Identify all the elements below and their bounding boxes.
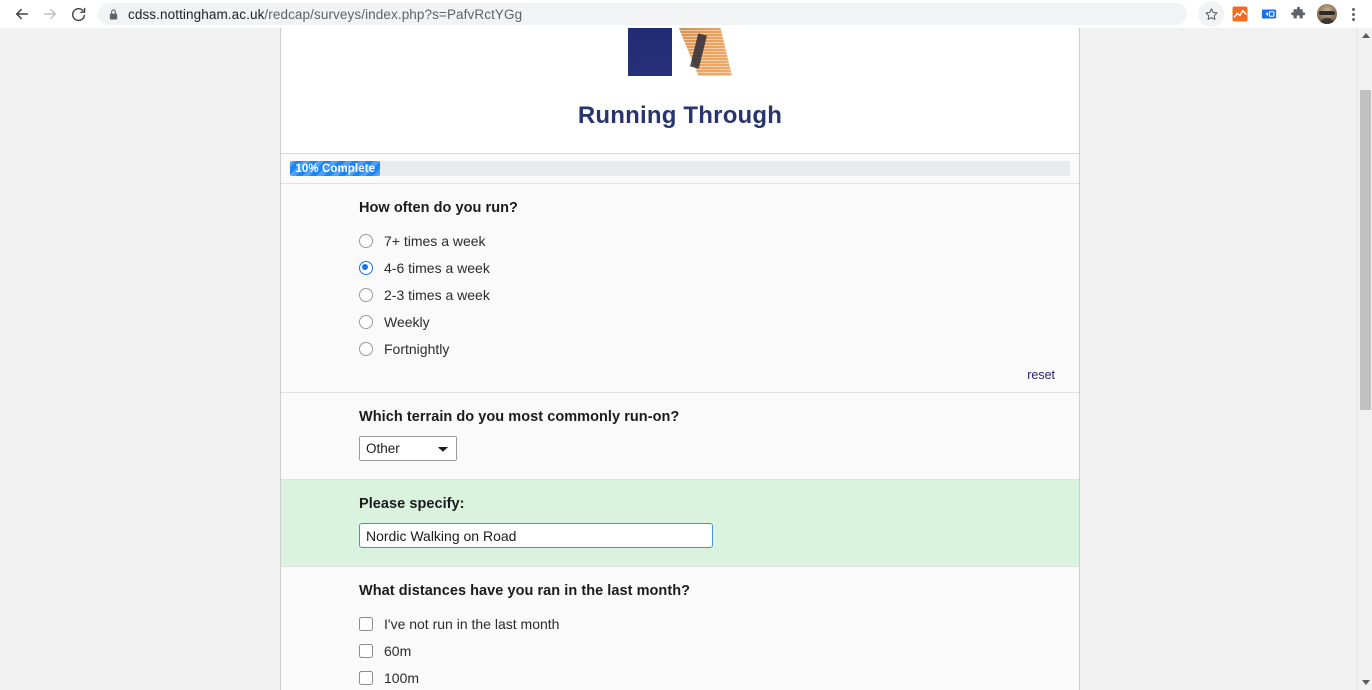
blue-card-extension-button[interactable] — [1256, 1, 1282, 27]
forward-button[interactable] — [36, 0, 64, 28]
blue-card-extension-icon — [1261, 9, 1277, 19]
radio-option-label: Weekly — [384, 313, 430, 330]
question-block-distances: What distances have you ran in the last … — [281, 567, 1079, 690]
radio-option-label: 7+ times a week — [384, 232, 486, 249]
radio-option-label: 4-6 times a week — [384, 259, 490, 276]
kebab-dot — [1351, 12, 1355, 16]
scroll-up-arrow-icon[interactable] — [1358, 28, 1372, 43]
terrain-select[interactable]: Other — [359, 436, 457, 461]
puzzle-extensions-icon — [1290, 6, 1305, 18]
bookmark-star-button[interactable] — [1198, 1, 1224, 27]
radio-option-row[interactable]: Fortnightly — [359, 335, 1055, 362]
profile-avatar — [1317, 4, 1337, 24]
radio-icon-selected[interactable] — [359, 260, 373, 275]
extensions-button[interactable] — [1285, 1, 1311, 27]
vertical-scrollbar[interactable] — [1357, 28, 1372, 690]
back-button[interactable] — [8, 0, 36, 28]
checkbox-option-label: 60m — [384, 642, 412, 659]
checkbox-option-row[interactable]: 100m — [359, 664, 1055, 690]
specify-text-input[interactable] — [359, 523, 713, 548]
scroll-down-arrow-icon[interactable] — [1358, 675, 1372, 690]
survey-title: Running Through — [577, 102, 783, 129]
checkbox-option-label: 100m — [384, 669, 420, 686]
reset-link[interactable]: reset — [1027, 368, 1055, 382]
radio-icon[interactable] — [359, 287, 373, 302]
checkbox-option-label: I've not run in the last month — [384, 615, 560, 632]
radio-icon[interactable] — [359, 233, 373, 248]
profile-button[interactable] — [1314, 1, 1340, 27]
running-through-logo-icon — [622, 28, 738, 94]
radio-option-label: Fortnightly — [384, 340, 450, 357]
url-text: cdss.nottingham.ac.uk/redcap/surveys/ind… — [128, 7, 522, 22]
progress-label: 10% Complete — [295, 162, 376, 175]
browser-toolbar: cdss.nottingham.ac.uk/redcap/surveys/ind… — [0, 0, 1372, 28]
scrollbar-thumb[interactable] — [1360, 90, 1371, 410]
survey-header: Running Through — [281, 28, 1079, 154]
kebab-dot — [1351, 17, 1355, 21]
question-title: Please specify: — [359, 496, 465, 512]
question-title: What distances have you ran in the last … — [359, 583, 691, 599]
analytics-chart-extension-icon — [1232, 6, 1248, 22]
reset-row: reset — [281, 362, 1079, 384]
kebab-dot — [1351, 7, 1355, 11]
question-block-terrain: Which terrain do you most commonly run-o… — [281, 393, 1079, 480]
reload-icon — [71, 7, 85, 21]
radio-option-row[interactable]: 2-3 times a week — [359, 281, 1055, 308]
forward-arrow-icon — [44, 8, 56, 20]
checkbox-icon[interactable] — [359, 616, 373, 631]
checkbox-option-row[interactable]: I've not run in the last month — [359, 610, 1055, 637]
reload-button[interactable] — [64, 0, 92, 28]
url-host: cdss.nottingham.ac.uk — [128, 6, 265, 22]
radio-icon[interactable] — [359, 314, 373, 329]
back-arrow-icon — [16, 8, 28, 20]
url-path: /redcap/surveys/index.php?s=PafvRctYGg — [264, 6, 523, 22]
progress-bar-fill: 10% Complete — [290, 161, 381, 176]
progress-section: 10% Complete — [281, 154, 1079, 184]
star-icon — [1204, 7, 1218, 20]
checkbox-option-row[interactable]: 60m — [359, 637, 1055, 664]
survey-container: Running Through 10% Complete How often d… — [280, 28, 1080, 690]
radio-option-row[interactable]: 7+ times a week — [359, 227, 1055, 254]
analytics-chart-extension-button[interactable] — [1227, 1, 1253, 27]
progress-bar-track: 10% Complete — [290, 161, 1070, 176]
browser-menu-button[interactable] — [1342, 1, 1364, 27]
page-viewport: Running Through 10% Complete How often d… — [0, 28, 1372, 690]
radio-icon[interactable] — [359, 341, 373, 356]
radio-option-row[interactable]: Weekly — [359, 308, 1055, 335]
radio-option-row[interactable]: 4-6 times a week — [359, 254, 1055, 281]
lock-icon — [108, 8, 119, 21]
checkbox-icon[interactable] — [359, 670, 373, 685]
address-bar[interactable]: cdss.nottingham.ac.uk/redcap/surveys/ind… — [98, 3, 1187, 25]
question-title: How often do you run? — [359, 200, 518, 216]
checkbox-icon[interactable] — [359, 643, 373, 658]
question-block-frequency: How often do you run? 7+ times a week 4-… — [281, 184, 1079, 393]
question-title: Which terrain do you most commonly run-o… — [359, 409, 680, 425]
question-block-specify: Please specify: — [281, 480, 1079, 567]
radio-option-label: 2-3 times a week — [384, 286, 490, 303]
